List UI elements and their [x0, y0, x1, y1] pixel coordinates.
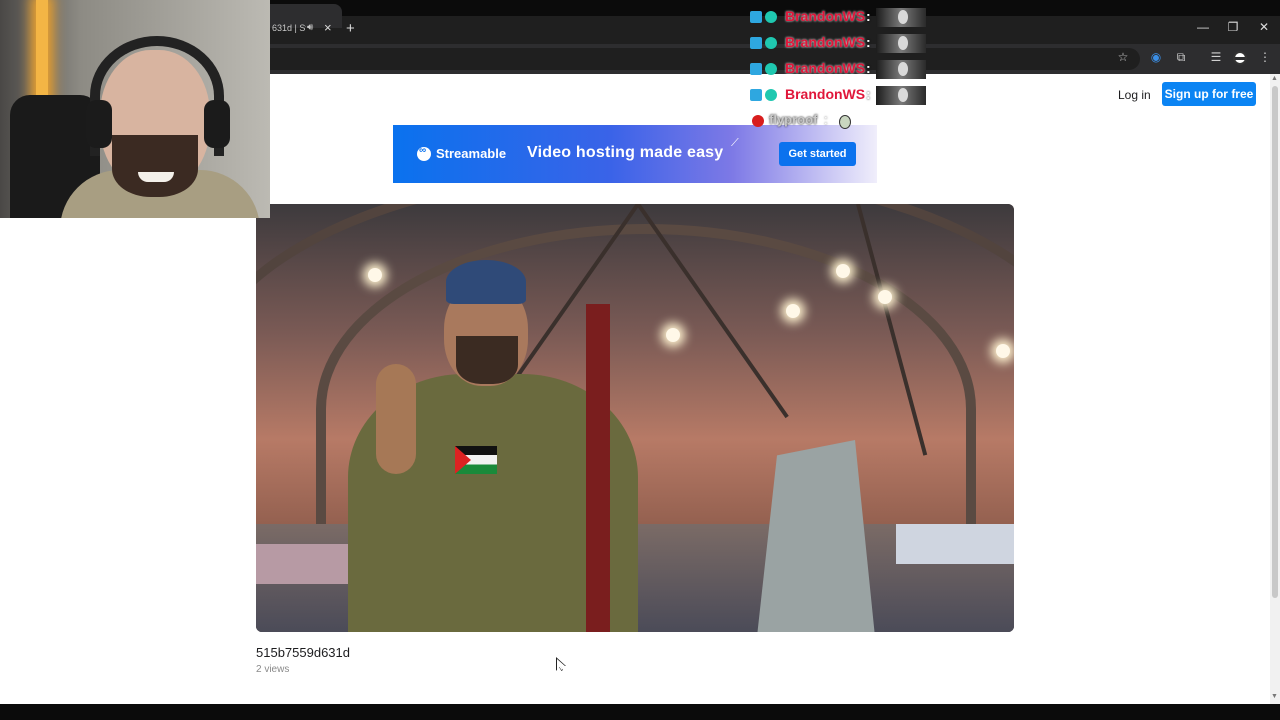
- profile-avatar-icon[interactable]: [1233, 51, 1247, 65]
- chat-username: BrandonWS: [785, 86, 866, 102]
- chat-separator: :: [866, 8, 871, 24]
- emote-badge-icon: [765, 63, 777, 75]
- chat-separator: :: [866, 34, 871, 50]
- streamer-smile: [138, 172, 174, 182]
- reading-list-icon[interactable]: ☰: [1207, 50, 1225, 64]
- headset-earcup: [204, 100, 230, 148]
- platform-badge-icon: [750, 63, 762, 75]
- video-player[interactable]: [256, 204, 1014, 632]
- platform-badge-icon: [750, 11, 762, 23]
- platform-badge-icon: [750, 89, 762, 101]
- scroll-down-arrow-icon[interactable]: ▼: [1271, 693, 1278, 700]
- chat-username: BrandonWS: [785, 60, 866, 76]
- ad-tagline: Video hosting made easy: [527, 144, 724, 161]
- user-badge-icon: [752, 115, 764, 127]
- ceiling-light: [786, 304, 800, 318]
- speaker-icon[interactable]: 🔊︎: [307, 22, 313, 33]
- photo-emote: [876, 8, 926, 27]
- platform-badge-icon: [750, 37, 762, 49]
- chat-separator: :: [866, 86, 871, 102]
- chat-username: BrandonWS: [785, 8, 866, 24]
- chat-separator: :: [866, 60, 871, 76]
- video-views: 2 views: [256, 664, 290, 675]
- ceiling-light: [878, 290, 892, 304]
- raised-hand: [376, 364, 416, 474]
- signup-button[interactable]: Sign up for free: [1162, 82, 1256, 106]
- new-tab-icon[interactable]: +: [346, 20, 355, 37]
- ceiling-light: [996, 344, 1010, 358]
- rifle: [586, 304, 610, 632]
- person-beard: [456, 336, 518, 384]
- emote-badge-icon: [765, 37, 777, 49]
- chat-overlay: BrandonWS : BrandonWS : BrandonWS : Bran…: [750, 8, 950, 138]
- minimize-icon[interactable]: —: [1193, 20, 1213, 34]
- chat-username: BrandonWS: [785, 34, 866, 50]
- sparkle-icon: ⟋: [731, 137, 739, 149]
- extensions-icon[interactable]: ⧉: [1172, 50, 1190, 65]
- photo-emote: [876, 34, 926, 53]
- get-started-button[interactable]: Get started: [779, 142, 856, 166]
- restore-icon[interactable]: ❐: [1223, 20, 1243, 34]
- video-title: 515b7559d631d: [256, 645, 350, 660]
- emote-badge-icon: [765, 89, 777, 101]
- screen-bottom-bar: [0, 704, 1280, 720]
- streamable-logo-icon: [417, 145, 431, 161]
- voice-extension-icon[interactable]: ◉: [1147, 50, 1165, 64]
- scrollbar-thumb[interactable]: [1272, 86, 1278, 598]
- emote-badge-icon: [765, 11, 777, 23]
- market-stall: [896, 524, 1014, 564]
- login-link[interactable]: Log in: [1118, 86, 1151, 104]
- star-icon[interactable]: ☆: [1114, 50, 1132, 64]
- scroll-up-arrow-icon[interactable]: ▲: [1271, 75, 1278, 82]
- tab-title: 631d | St: [272, 23, 306, 33]
- address-bar[interactable]: [260, 48, 1140, 70]
- beanie-hat: [446, 260, 526, 304]
- ceiling-light: [836, 264, 850, 278]
- more-menu-icon[interactable]: ⋮: [1256, 50, 1274, 64]
- market-stall: [256, 544, 356, 584]
- photo-emote: [876, 60, 926, 79]
- ad-brand: Streamable: [436, 146, 507, 161]
- alien-emote-icon: [839, 115, 851, 129]
- chat-username: flyproof: [769, 112, 818, 127]
- flag-patch: [455, 446, 497, 474]
- headset-earcup: [86, 100, 112, 148]
- close-tab-icon[interactable]: ×: [324, 20, 332, 35]
- chat-separator: :: [824, 112, 828, 127]
- ceiling-light: [666, 328, 680, 342]
- ceiling-light: [368, 268, 382, 282]
- photo-emote: [876, 86, 926, 105]
- close-window-icon[interactable]: ✕: [1254, 20, 1274, 34]
- webcam-overlay: [0, 0, 270, 218]
